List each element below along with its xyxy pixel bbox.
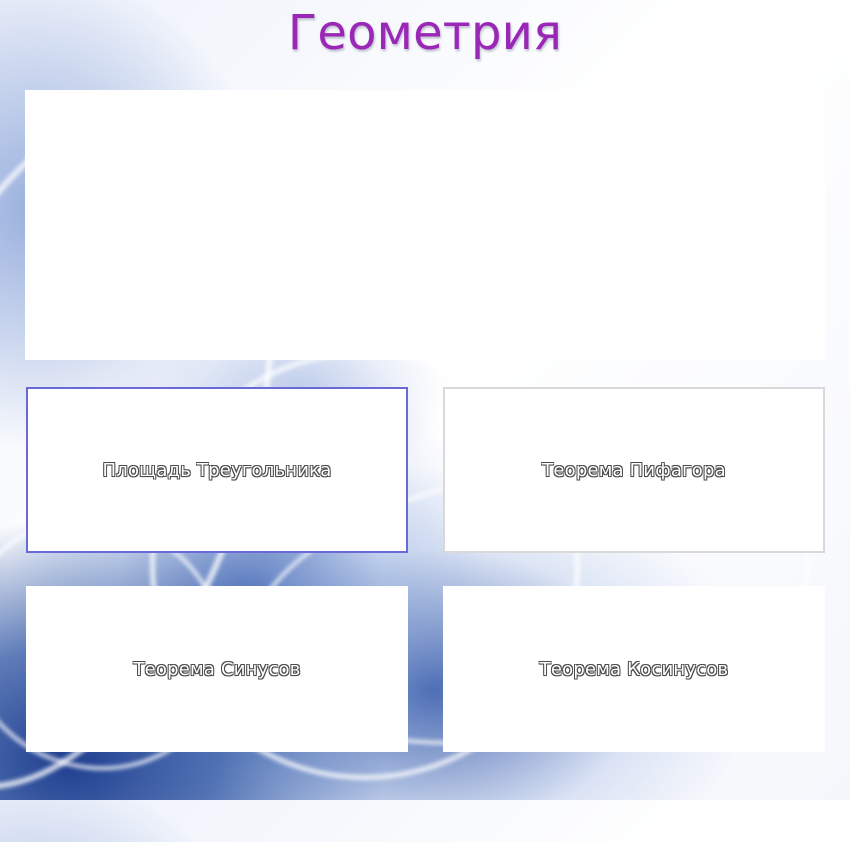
background-wisp — [94, 294, 636, 836]
topic-card-triangle-area[interactable]: Площадь Треугольника — [26, 387, 408, 553]
topic-card-law-of-cosines[interactable]: Теорема Косинусов — [443, 586, 825, 752]
topic-card-label: Теорема Пифагора — [542, 459, 726, 481]
content-panel — [25, 90, 825, 360]
topic-card-label: Площадь Треугольника — [102, 459, 332, 481]
topic-card-label: Теорема Косинусов — [539, 658, 729, 680]
topic-card-pythagorean-theorem[interactable]: Теорема Пифагора — [443, 387, 825, 553]
page-title: Геометрия — [287, 5, 563, 61]
topic-card-label: Теорема Синусов — [133, 658, 301, 680]
topic-card-law-of-sines[interactable]: Теорема Синусов — [26, 586, 408, 752]
